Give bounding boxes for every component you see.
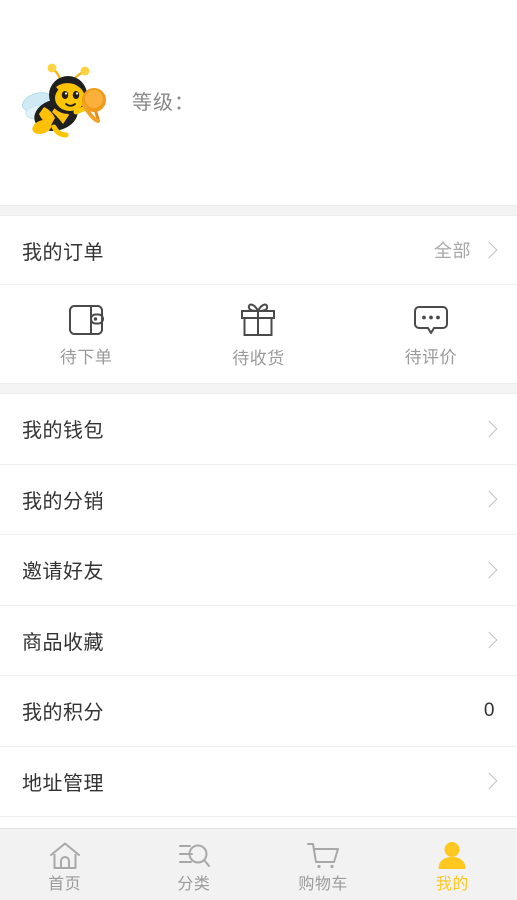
order-status-pending-receipt[interactable]: 待收货 [172, 301, 344, 367]
chevron-right-icon [480, 241, 498, 259]
menu-item-product-favorites[interactable]: 商品收藏 [0, 606, 517, 676]
tab-shopping-cart[interactable]: 购物车 [259, 829, 388, 900]
tab-mine[interactable]: 我的 [388, 829, 517, 900]
user-icon [435, 840, 469, 872]
account-menu-list: 我的钱包 我的分销 邀请好友 商品收藏 我的积分 0 地址管理 [0, 394, 517, 828]
chevron-right-icon [480, 561, 498, 579]
tab-label: 购物车 [298, 876, 348, 893]
order-status-row: 待下单 待收货 待评价 [0, 285, 517, 383]
section-gap-top [0, 205, 517, 216]
order-status-pending-order[interactable]: 待下单 [0, 302, 172, 366]
menu-item-my-wallet[interactable]: 我的钱包 [0, 394, 517, 465]
bottom-tab-bar: 首页 分类 购物车 我的 [0, 828, 517, 900]
tab-home[interactable]: 首页 [0, 829, 129, 900]
menu-item-label: 我的积分 [22, 702, 104, 725]
my-orders-title: 我的订单 [22, 241, 104, 264]
menu-item-label: 我的钱包 [22, 420, 104, 443]
menu-item-label: 邀请好友 [22, 561, 104, 584]
comment-icon [411, 302, 451, 338]
chevron-right-icon [480, 420, 498, 438]
bee-mascot-icon[interactable] [18, 57, 110, 149]
tab-categories[interactable]: 分类 [129, 829, 258, 900]
wallet-icon [66, 302, 106, 338]
menu-item-my-points[interactable]: 我的积分 0 [0, 676, 517, 747]
level-label: 等级： [132, 93, 195, 113]
level-label-text: 等级： [132, 91, 195, 114]
menu-item-label: 商品收藏 [22, 631, 104, 654]
shopping-cart-icon [305, 840, 341, 872]
my-orders-header[interactable]: 我的订单 全部 [0, 216, 517, 285]
menu-item-invite-friends[interactable]: 邀请好友 [0, 535, 517, 606]
profile-header: 等级： [0, 0, 517, 205]
gift-icon [238, 301, 278, 339]
menu-item-address-management[interactable]: 地址管理 [0, 747, 517, 817]
tab-label: 首页 [48, 876, 82, 893]
order-status-pending-review[interactable]: 待评价 [345, 302, 517, 366]
menu-item-label: 我的分销 [22, 490, 104, 513]
my-points-value: 0 [483, 699, 495, 721]
my-account-screen: 等级： 我的订单 全部 待下单 待收货 待评价 我的钱包 我的分销 邀请好友 商… [0, 0, 517, 900]
order-status-label: 待评价 [404, 348, 458, 367]
order-status-label: 待下单 [59, 348, 113, 367]
all-orders-label: 全部 [434, 241, 471, 261]
category-search-icon [176, 840, 212, 872]
order-status-label: 待收货 [232, 349, 285, 368]
tab-label: 我的 [435, 876, 469, 893]
menu-item-my-distribution[interactable]: 我的分销 [0, 465, 517, 535]
chevron-right-icon [480, 631, 498, 649]
chevron-right-icon [480, 772, 498, 790]
tab-label: 分类 [177, 876, 211, 893]
section-gap-bottom [0, 383, 517, 394]
home-icon [48, 840, 82, 872]
orders-card: 我的订单 全部 待下单 待收货 待评价 [0, 216, 517, 383]
chevron-right-icon [480, 490, 498, 508]
menu-item-label: 地址管理 [22, 772, 104, 795]
